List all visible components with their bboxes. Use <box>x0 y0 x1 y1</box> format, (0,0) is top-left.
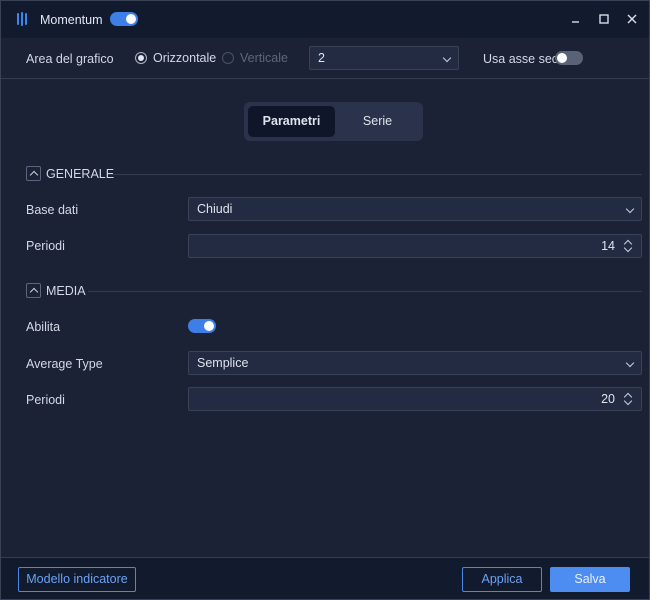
pane-select-value: 2 <box>318 51 325 65</box>
divider <box>88 291 642 292</box>
average-period-input[interactable]: 20 <box>188 387 642 411</box>
base-label: Base dati <box>26 203 79 217</box>
tab-parametri[interactable]: Parametri <box>248 106 335 137</box>
stepper-icon[interactable] <box>623 239 633 253</box>
orientation-horizontal-radio[interactable] <box>135 52 147 64</box>
footer-bar: Modello indicatore Applica Salva <box>1 557 649 599</box>
indicator-enabled-toggle[interactable] <box>110 12 138 26</box>
chevron-down-icon <box>442 53 452 63</box>
period-input[interactable]: 14 <box>188 234 642 258</box>
divider <box>108 174 642 175</box>
period-label: Periodi <box>26 239 65 253</box>
orientation-vertical-radio[interactable] <box>222 52 234 64</box>
chevron-down-icon <box>625 358 635 368</box>
period-input-value: 14 <box>601 239 615 253</box>
average-type-label: Average Type <box>26 357 103 371</box>
section-average-title: MEDIA <box>46 284 86 298</box>
tab-serie[interactable]: Serie <box>336 106 419 137</box>
toggle-knob <box>126 14 136 24</box>
minimize-icon[interactable] <box>568 11 584 27</box>
chart-area-label: Area del grafico <box>26 52 114 66</box>
apply-button[interactable]: Applica <box>462 567 542 592</box>
chevron-down-icon <box>625 204 635 214</box>
toggle-knob <box>204 321 214 331</box>
average-type-select[interactable]: Semplice <box>188 351 642 375</box>
chevron-up-icon[interactable] <box>26 283 41 298</box>
pane-select[interactable]: 2 <box>309 46 459 70</box>
section-general-header[interactable]: GENERALE <box>26 166 642 182</box>
maximize-icon[interactable] <box>596 11 612 27</box>
average-enable-toggle[interactable] <box>188 319 216 333</box>
orientation-vertical-label[interactable]: Verticale <box>240 51 288 65</box>
chevron-up-icon[interactable] <box>26 166 41 181</box>
save-button[interactable]: Salva <box>550 567 630 592</box>
average-period-value: 20 <box>601 392 615 406</box>
orientation-horizontal-label[interactable]: Orizzontale <box>153 51 216 65</box>
title-bar: Momentum <box>1 1 649 38</box>
secondary-axis-label: Usa asse sec. <box>483 52 562 66</box>
stepper-icon[interactable] <box>623 392 633 406</box>
close-icon[interactable] <box>624 11 640 27</box>
toggle-knob <box>557 53 567 63</box>
base-select[interactable]: Chiudi <box>188 197 642 221</box>
chart-area-row: Area del grafico Orizzontale Verticale 2… <box>1 38 649 79</box>
indicator-settings-window: Momentum Area del grafico Orizzontale Ve… <box>0 0 650 600</box>
secondary-axis-toggle[interactable] <box>555 51 583 65</box>
bars-icon <box>17 12 31 26</box>
average-type-value: Semplice <box>197 356 249 370</box>
average-enable-label: Abilita <box>26 320 61 334</box>
tab-group: Parametri Serie <box>244 102 423 141</box>
section-average-header[interactable]: MEDIA <box>26 283 642 299</box>
average-period-label: Periodi <box>26 393 65 407</box>
base-select-value: Chiudi <box>197 202 233 216</box>
indicator-template-button[interactable]: Modello indicatore <box>18 567 136 592</box>
section-general-title: GENERALE <box>46 167 115 181</box>
window-title: Momentum <box>40 13 103 27</box>
